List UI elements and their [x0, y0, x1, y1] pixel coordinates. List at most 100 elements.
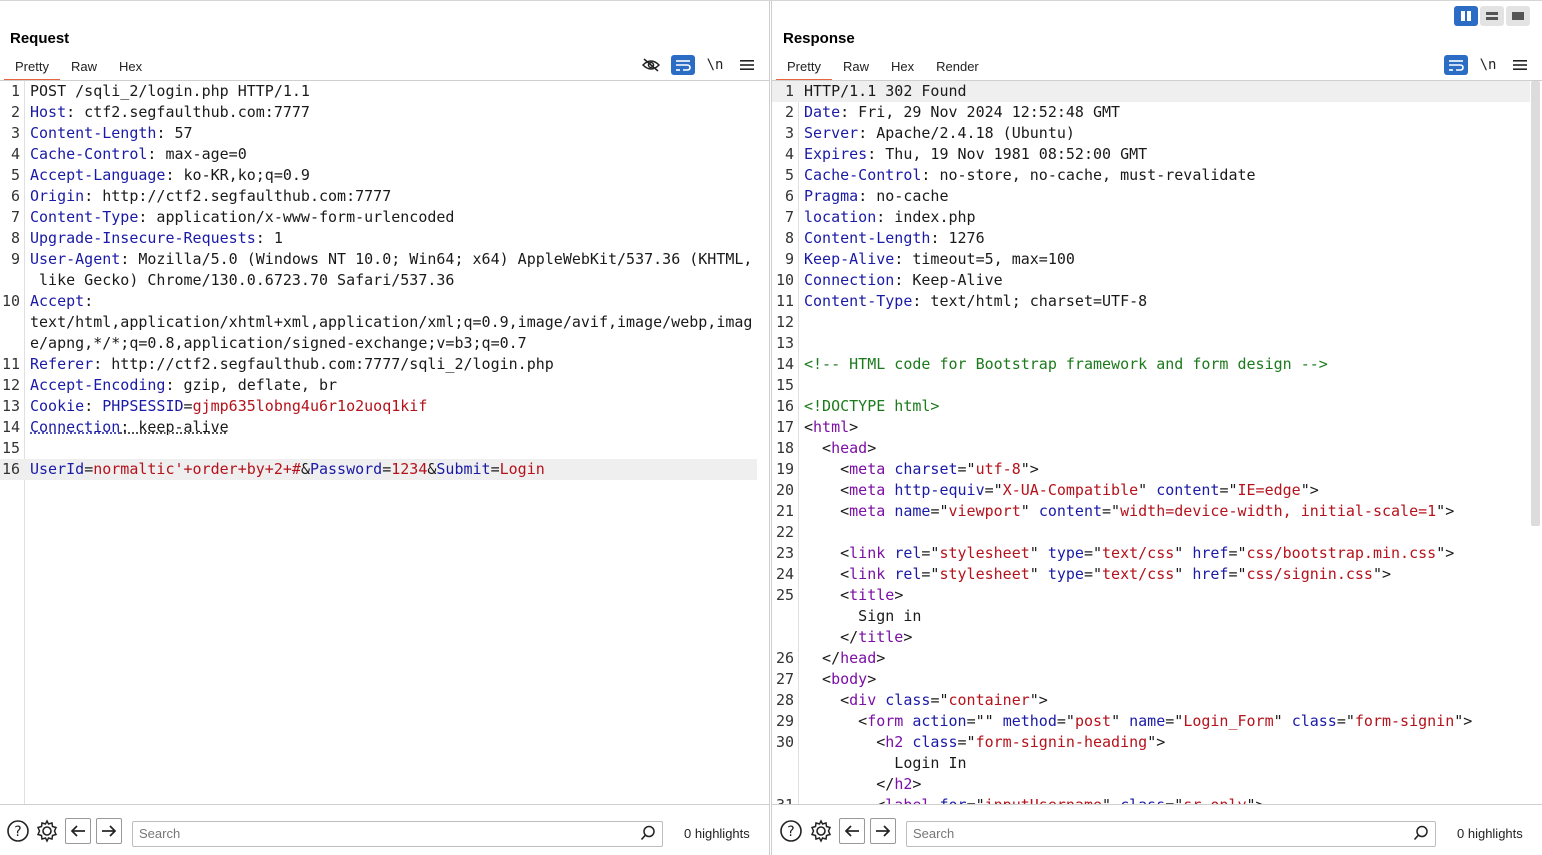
request-editor[interactable]: 1 POST /sqli_2/login.php HTTP/1.1 2 Host: c… [0, 81, 769, 805]
code-token: href [1192, 565, 1229, 583]
code-line[interactable]: 1 POST /sqli_2/login.php HTTP/1.1 [0, 81, 757, 102]
tab-pretty[interactable]: Pretty [4, 56, 60, 81]
code-line[interactable]: </h2> [772, 774, 1530, 795]
code-token: form-signin [1354, 712, 1455, 730]
code-line[interactable]: 18 <head> [772, 438, 1530, 459]
help-icon[interactable]: ? [778, 818, 804, 844]
line-number: 15 [1, 439, 20, 457]
code-token: < [804, 733, 886, 751]
wrap-icon[interactable] [1444, 55, 1468, 75]
code-line[interactable]: 23 <link rel="stylesheet" type="text/css… [772, 543, 1530, 564]
help-icon[interactable]: ? [5, 818, 31, 844]
back-arrow-icon[interactable] [65, 818, 91, 844]
code-line[interactable]: 12 Accept-Encoding: gzip, deflate, br [0, 375, 757, 396]
settings-icon[interactable] [34, 818, 60, 844]
settings-icon[interactable] [808, 818, 834, 844]
code-token: head [831, 439, 868, 457]
code-line[interactable]: 12 [772, 312, 1530, 333]
newline-toggle[interactable]: \n [1476, 55, 1500, 75]
code-line[interactable]: 27 <body> [772, 669, 1530, 690]
tab-hex[interactable]: Hex [108, 56, 153, 79]
code-line[interactable]: 16 <!DOCTYPE html> [772, 396, 1530, 417]
search-input[interactable] [907, 822, 1395, 844]
code-line[interactable]: 13 Cookie: PHPSESSID=gjmp635lobng4u6r1o2u… [0, 396, 757, 417]
tab-raw[interactable]: Raw [832, 56, 880, 79]
code-line[interactable]: 6 Origin: http://ctf2.segfaulthub.com:777… [0, 186, 757, 207]
code-line[interactable]: 4 Expires: Thu, 19 Nov 1981 08:52:00 GMT [772, 144, 1530, 165]
code-line[interactable]: 30 <h2 class="form-signin-heading"> [772, 732, 1530, 753]
menu-icon[interactable] [735, 55, 759, 75]
menu-icon[interactable] [1508, 55, 1532, 75]
search-field[interactable] [906, 821, 1436, 847]
code-line[interactable]: 25 <title> [772, 585, 1530, 606]
code-line[interactable]: 1 HTTP/1.1 302 Found [772, 81, 1530, 102]
code-line[interactable]: 19 <meta charset="utf-8"> [772, 459, 1530, 480]
code-line[interactable]: 28 <div class="container"> [772, 690, 1530, 711]
code-line[interactable]: 24 <link rel="stylesheet" type="text/css… [772, 564, 1530, 585]
code-line[interactable]: 2 Date: Fri, 29 Nov 2024 12:52:48 GMT [772, 102, 1530, 123]
code-line[interactable]: like Gecko) Chrome/130.0.6723.70 Safari/… [0, 270, 757, 291]
code-line[interactable]: 7 location: index.php [772, 207, 1530, 228]
code-token: Host [30, 103, 67, 121]
code-line[interactable]: 9 User-Agent: Mozilla/5.0 (Windows NT 10.… [0, 249, 757, 270]
code-line[interactable]: 3 Server: Apache/2.4.18 (Ubuntu) [772, 123, 1530, 144]
tab-hex[interactable]: Hex [880, 56, 925, 79]
search-icon[interactable] [640, 825, 656, 846]
search-icon[interactable] [1413, 825, 1429, 846]
code-line[interactable]: 3 Content-Length: 57 [0, 123, 757, 144]
response-editor[interactable]: 1 HTTP/1.1 302 Found 2 Date: Fri, 29 Nov 20… [772, 81, 1542, 805]
code-token: " [1111, 712, 1130, 730]
line-number: 1 [784, 82, 794, 100]
code-token: method [1002, 712, 1057, 730]
code-line[interactable]: 9 Keep-Alive: timeout=5, max=100 [772, 249, 1530, 270]
code-line[interactable]: 14 Connection: keep-alive [0, 417, 757, 438]
forward-arrow-icon[interactable] [870, 818, 896, 844]
code-line[interactable]: 21 <meta name="viewport" content="width=… [772, 501, 1530, 522]
code-line[interactable]: </title> [772, 627, 1530, 648]
code-line[interactable]: 6 Pragma: no-cache [772, 186, 1530, 207]
code-token: " [1174, 565, 1193, 583]
code-line[interactable]: 26 </head> [772, 648, 1530, 669]
code-line[interactable]: 20 <meta http-equiv="X-UA-Compatible" co… [772, 480, 1530, 501]
code-line[interactable]: 8 Content-Length: 1276 [772, 228, 1530, 249]
tab-render[interactable]: Render [925, 56, 990, 79]
code-token: class [912, 733, 958, 751]
search-field[interactable] [132, 821, 663, 847]
code-line[interactable]: Login In [772, 753, 1530, 774]
code-line[interactable]: 10 Accept: [0, 291, 757, 312]
code-line[interactable]: 17 <html> [772, 417, 1530, 438]
wrap-icon[interactable] [671, 55, 695, 75]
code-token: meta [849, 460, 886, 478]
code-line[interactable]: 7 Content-Type: application/x-www-form-ur… [0, 207, 757, 228]
code-token: < [804, 565, 850, 583]
hide-icon[interactable] [639, 55, 663, 75]
code-line[interactable]: 11 Content-Type: text/html; charset=UTF-8 [772, 291, 1530, 312]
code-line[interactable]: 10 Connection: Keep-Alive [772, 270, 1530, 291]
code-line[interactable]: e/apng,*/*;q=0.8,application/signed-exch… [0, 333, 757, 354]
tab-raw[interactable]: Raw [60, 56, 108, 79]
code-token: =" [1102, 502, 1121, 520]
search-input[interactable] [133, 822, 622, 844]
code-line[interactable]: 8 Upgrade-Insecure-Requests: 1 [0, 228, 757, 249]
code-line[interactable]: text/html,application/xhtml+xml,applicat… [0, 312, 757, 333]
forward-arrow-icon[interactable] [96, 818, 122, 844]
vertical-scrollbar[interactable] [1531, 81, 1540, 526]
code-token: title [849, 586, 895, 604]
tab-pretty[interactable]: Pretty [776, 56, 832, 81]
code-line[interactable]: 16 UserId=normaltic'+order+by+2+#&Passwor… [0, 459, 757, 480]
code-line[interactable]: 4 Cache-Control: max-age=0 [0, 144, 757, 165]
code-line[interactable]: 13 [772, 333, 1530, 354]
code-line[interactable]: 22 [772, 522, 1530, 543]
code-line[interactable]: 29 <form action="" method="post" name="L… [772, 711, 1530, 732]
code-line[interactable]: 5 Accept-Language: ko-KR,ko;q=0.9 [0, 165, 757, 186]
code-line[interactable]: Sign in [772, 606, 1530, 627]
code-line[interactable]: 15 [0, 438, 757, 459]
code-line[interactable]: 14 <!-- HTML code for Bootstrap framework… [772, 354, 1530, 375]
newline-toggle[interactable]: \n [703, 55, 727, 75]
code-line[interactable]: 15 [772, 375, 1530, 396]
code-line[interactable]: 5 Cache-Control: no-store, no-cache, must… [772, 165, 1530, 186]
back-arrow-icon[interactable] [839, 818, 865, 844]
code-line[interactable]: 11 Referer: http://ctf2.segfaulthub.com:7… [0, 354, 757, 375]
code-line[interactable]: 2 Host: ctf2.segfaulthub.com:7777 [0, 102, 757, 123]
